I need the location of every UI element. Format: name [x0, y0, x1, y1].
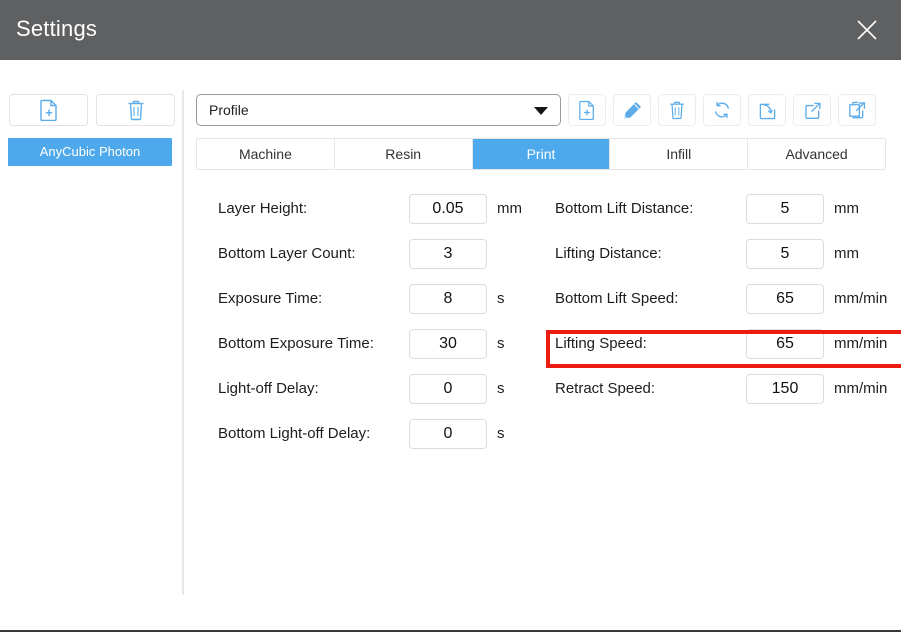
field-unit: mm — [497, 200, 522, 217]
sidebar: AnyCubic Photon — [0, 60, 182, 630]
new-profile-button[interactable] — [9, 94, 88, 126]
field-unit: mm/min — [834, 380, 888, 397]
tab-print[interactable]: Print — [472, 139, 611, 169]
import-button[interactable] — [748, 94, 786, 126]
field-unit: s — [497, 380, 505, 397]
profile-toolbar: Profile — [196, 94, 876, 126]
layer-height-input[interactable]: 0.05 — [409, 194, 487, 224]
profile-list-item-anycubic-photon[interactable]: AnyCubic Photon — [8, 138, 172, 166]
edit-button[interactable] — [613, 94, 651, 126]
tab-advanced[interactable]: Advanced — [748, 139, 885, 169]
field-bottom-light-off-delay: Bottom Light-off Delay: 0 s — [218, 413, 538, 458]
settings-window: Settings AnyCubic Photon Profile Machine… — [0, 0, 901, 632]
new-button[interactable] — [568, 94, 606, 126]
export-arrow-icon — [803, 101, 822, 120]
profile-list: AnyCubic Photon — [8, 138, 172, 166]
trash-icon — [668, 100, 686, 120]
tab-resin[interactable]: Resin — [334, 139, 473, 169]
bottom-lift-distance-input[interactable]: 5 — [746, 194, 824, 224]
field-label: Bottom Light-off Delay: — [218, 425, 371, 442]
close-icon — [845, 19, 889, 41]
field-bottom-exposure-time: Bottom Exposure Time: 30 s — [218, 323, 538, 368]
form-column-right: Bottom Lift Distance: 5 mm Lifting Dista… — [555, 188, 901, 413]
field-bottom-layer-count: Bottom Layer Count: 3 — [218, 233, 538, 278]
import-arrow-icon — [758, 101, 777, 120]
retract-speed-input[interactable]: 150 — [746, 374, 824, 404]
export-all-button[interactable] — [838, 94, 876, 126]
field-label: Light-off Delay: — [218, 380, 319, 397]
field-bottom-lift-distance: Bottom Lift Distance: 5 mm — [555, 188, 901, 233]
field-retract-speed: Retract Speed: 150 mm/min — [555, 368, 901, 413]
field-lifting-speed: Lifting Speed: 65 mm/min — [555, 323, 901, 368]
field-label: Bottom Layer Count: — [218, 245, 356, 262]
field-unit: mm/min — [834, 335, 888, 352]
field-unit: s — [497, 425, 505, 442]
field-bottom-lift-speed: Bottom Lift Speed: 65 mm/min — [555, 278, 901, 323]
trash-icon — [126, 99, 146, 121]
field-label: Lifting Distance: — [555, 245, 662, 262]
field-unit: mm — [834, 245, 859, 262]
new-file-icon — [39, 99, 59, 121]
tab-machine[interactable]: Machine — [197, 139, 335, 169]
refresh-icon — [712, 100, 732, 120]
field-light-off-delay: Light-off Delay: 0 s — [218, 368, 538, 413]
reset-button[interactable] — [703, 94, 741, 126]
print-settings-form: Layer Height: 0.05 mm Bottom Layer Count… — [184, 188, 901, 518]
field-unit: mm/min — [834, 290, 888, 307]
bottom-light-off-delay-input[interactable]: 0 — [409, 419, 487, 449]
chevron-down-icon — [534, 107, 548, 115]
field-unit: mm — [834, 200, 859, 217]
field-label: Exposure Time: — [218, 290, 323, 307]
tab-infill[interactable]: Infill — [610, 139, 749, 169]
profile-select[interactable]: Profile — [196, 94, 561, 126]
field-label: Lifting Speed: — [555, 335, 647, 352]
bottom-lift-speed-input[interactable]: 65 — [746, 284, 824, 314]
settings-tabs: Machine Resin Print Infill Advanced — [196, 138, 886, 170]
bottom-exposure-time-input[interactable]: 30 — [409, 329, 487, 359]
window-title: Settings — [16, 16, 98, 41]
field-lifting-distance: Lifting Distance: 5 mm — [555, 233, 901, 278]
delete-profile-button[interactable] — [96, 94, 175, 126]
close-button[interactable] — [845, 8, 889, 52]
exposure-time-input[interactable]: 8 — [409, 284, 487, 314]
field-unit: s — [497, 290, 505, 307]
field-label: Layer Height: — [218, 200, 308, 217]
field-unit: s — [497, 335, 505, 352]
field-label: Bottom Exposure Time: — [218, 335, 374, 352]
delete-button[interactable] — [658, 94, 696, 126]
export-all-icon — [847, 100, 867, 120]
lifting-speed-input[interactable]: 65 — [746, 329, 824, 359]
profile-select-value: Profile — [209, 102, 249, 118]
new-file-icon — [578, 100, 596, 120]
lifting-distance-input[interactable]: 5 — [746, 239, 824, 269]
field-label: Bottom Lift Distance: — [555, 200, 694, 217]
field-label: Bottom Lift Speed: — [555, 290, 679, 307]
export-button[interactable] — [793, 94, 831, 126]
light-off-delay-input[interactable]: 0 — [409, 374, 487, 404]
sidebar-toolbar — [9, 94, 175, 126]
settings-pane: Profile Machine Resin Print Infill Advan… — [184, 60, 901, 630]
field-label: Retract Speed: — [555, 380, 656, 397]
form-column-left: Layer Height: 0.05 mm Bottom Layer Count… — [218, 188, 538, 458]
field-layer-height: Layer Height: 0.05 mm — [218, 188, 538, 233]
bottom-layer-count-input[interactable]: 3 — [409, 239, 487, 269]
title-bar: Settings — [0, 0, 901, 60]
field-exposure-time: Exposure Time: 8 s — [218, 278, 538, 323]
pencil-icon — [623, 101, 642, 120]
